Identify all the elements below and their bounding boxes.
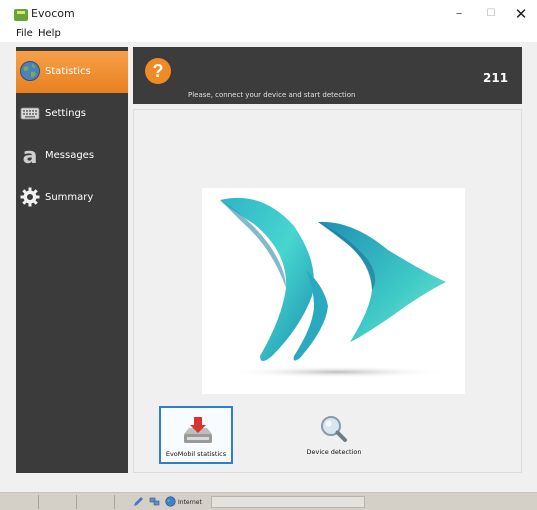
menu-help[interactable]: Help — [38, 28, 61, 39]
download-drive-icon — [184, 417, 212, 443]
minimize-button[interactable]: – — [444, 4, 474, 24]
chevrons-logo-icon — [220, 197, 447, 378]
sidebar-item-summary[interactable]: Summary — [16, 177, 128, 219]
device-count: 211 — [483, 71, 509, 85]
evocom-logo — [202, 188, 465, 394]
sidebar-item-messages[interactable]: a Messages — [16, 135, 128, 177]
letter-a-icon: a — [23, 144, 38, 166]
device-detection-button[interactable]: Device detection — [297, 406, 371, 464]
status-divider — [38, 495, 39, 509]
magnifier-icon — [321, 416, 347, 442]
tile-label: EvoMobil statistics — [165, 450, 227, 458]
keyboard-icon — [20, 107, 40, 120]
help-question-icon: ? — [145, 58, 171, 84]
svg-text:a: a — [23, 144, 38, 166]
window-title: Evocom — [31, 7, 75, 20]
title-bar[interactable]: Evocom – ☐ ✕ — [0, 0, 537, 28]
globe-icon — [165, 496, 176, 507]
menu-file[interactable]: File — [16, 28, 33, 39]
sidebar-item-statistics[interactable]: Statistics — [16, 51, 128, 93]
menu-bar: File Help — [0, 28, 537, 42]
app-window: Evocom – ☐ ✕ File Help Statistics Settin… — [0, 0, 537, 510]
sidebar: Statistics Settings a Messages Summary — [16, 47, 128, 473]
tile-label: Device detection — [306, 448, 362, 456]
content-area: Statistics Settings a Messages Summary ?… — [0, 42, 537, 492]
sidebar-item-label: Messages — [45, 150, 95, 161]
sidebar-item-label: Summary — [45, 192, 94, 203]
status-header: ? Please, connect your device and start … — [133, 47, 522, 104]
status-message: Please, connect your device and start de… — [188, 91, 356, 99]
sidebar-item-label: Statistics — [45, 66, 91, 77]
zone-label: Internet — [178, 499, 202, 506]
globe-icon — [20, 61, 40, 81]
evocom-app-icon — [14, 9, 28, 21]
close-button[interactable]: ✕ — [506, 4, 536, 24]
evomobil-statistics-button[interactable]: EvoMobil statistics — [159, 406, 233, 464]
status-field — [211, 496, 365, 508]
gear-icon — [20, 187, 40, 207]
sidebar-item-settings[interactable]: Settings — [16, 93, 128, 135]
status-divider — [114, 495, 115, 509]
status-divider — [76, 495, 77, 509]
maximize-button[interactable]: ☐ — [476, 4, 506, 24]
main-panel: EvoMobil statistics Device detection — [133, 109, 522, 473]
pencil-icon — [134, 497, 143, 506]
network-icon — [149, 497, 160, 506]
status-bar: Internet — [0, 492, 537, 510]
sidebar-item-label: Settings — [45, 108, 87, 119]
